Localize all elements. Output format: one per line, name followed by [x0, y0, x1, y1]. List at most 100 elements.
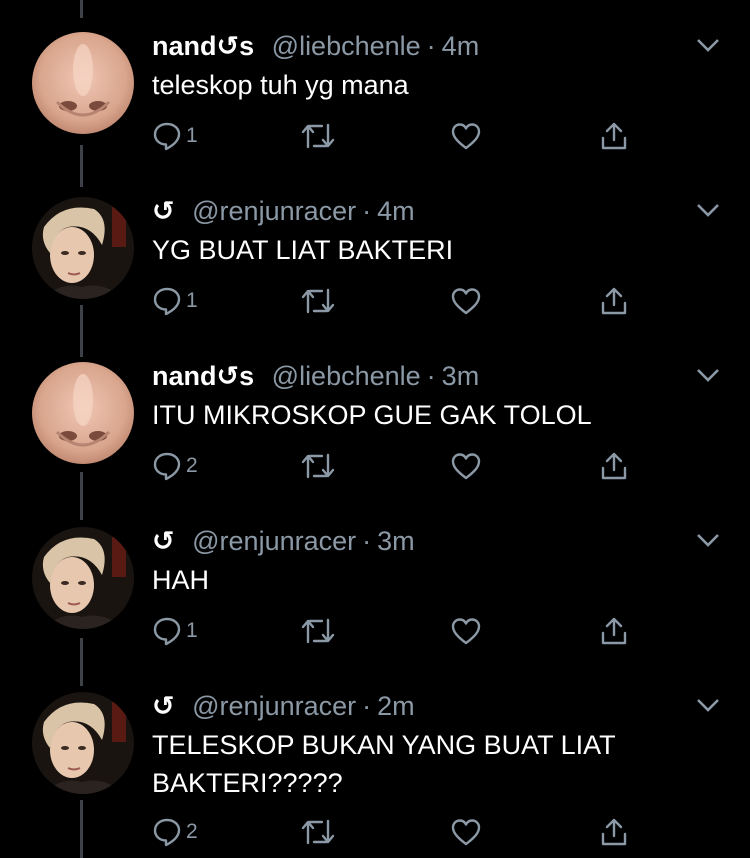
tweet-actions: 1: [152, 283, 672, 319]
retweet-button[interactable]: [300, 118, 336, 154]
reply-count: 1: [186, 289, 198, 312]
tweet-actions: 1: [152, 118, 672, 154]
tweet-text: YG BUAT LIAT BAKTERI: [152, 235, 454, 265]
tweet-actions: 2: [152, 814, 672, 850]
retweet-button[interactable]: [300, 283, 336, 319]
chevron-down-icon[interactable]: [694, 199, 722, 221]
retweet-icon: [301, 123, 335, 149]
retweet-icon: [301, 453, 335, 479]
tweet[interactable]: nand↺s @liebchenle · 4m teleskop tuh yg ma…: [0, 30, 750, 160]
tweet-header: ↺ @renjunracer · 4m: [152, 195, 415, 227]
handle[interactable]: @renjunracer: [192, 691, 356, 721]
share-icon: [601, 287, 627, 315]
reply-button[interactable]: 2: [152, 814, 198, 850]
timestamp[interactable]: 3m: [442, 361, 480, 391]
separator: ·: [426, 31, 436, 61]
retweet-button[interactable]: [300, 814, 336, 850]
reply-count: 1: [186, 619, 198, 642]
name-glyph: ↺: [152, 691, 175, 721]
handle[interactable]: @liebchenle: [272, 31, 421, 61]
avatar[interactable]: [32, 527, 134, 629]
like-button[interactable]: [450, 118, 482, 154]
like-button[interactable]: [450, 613, 482, 649]
heart-icon: [451, 453, 481, 480]
tweet-text: HAH: [152, 565, 210, 595]
retweet-button[interactable]: [300, 613, 336, 649]
avatar-person-image: [32, 197, 134, 299]
share-icon: [601, 452, 627, 480]
tweet-header: nand↺s @liebchenle · 3m: [152, 360, 479, 392]
tweet[interactable]: ↺ @renjunracer · 3m HAH 1: [0, 525, 750, 655]
share-icon: [601, 617, 627, 645]
chevron-down-icon[interactable]: [694, 694, 722, 716]
tweet-text: ITU MIKROSKOP GUE GAK TOLOL: [152, 400, 592, 430]
reply-icon: [153, 122, 181, 151]
reply-button[interactable]: 1: [152, 118, 198, 154]
avatar[interactable]: [32, 32, 134, 134]
name-glyph: ↺: [152, 526, 175, 556]
timestamp[interactable]: 4m: [377, 196, 415, 226]
reply-icon: [153, 617, 181, 646]
share-button[interactable]: [598, 118, 630, 154]
avatar-person-image: [32, 527, 134, 629]
reply-button[interactable]: 1: [152, 613, 198, 649]
thread-line-top: [80, 0, 83, 18]
timestamp[interactable]: 3m: [377, 526, 415, 556]
separator: ·: [362, 691, 372, 721]
like-button[interactable]: [450, 448, 482, 484]
tweet-header: nand↺s @liebchenle · 4m: [152, 30, 479, 62]
like-button[interactable]: [450, 814, 482, 850]
timestamp[interactable]: 2m: [377, 691, 415, 721]
separator: ·: [362, 526, 372, 556]
share-icon: [601, 122, 627, 150]
chevron-down-icon[interactable]: [694, 529, 722, 551]
heart-icon: [451, 819, 481, 846]
retweet-icon: [301, 288, 335, 314]
chevron-down-icon[interactable]: [694, 364, 722, 386]
reply-count: 1: [186, 124, 198, 147]
tweet-actions: 1: [152, 613, 672, 649]
heart-icon: [451, 123, 481, 150]
name-glyph: ↺s: [216, 31, 255, 61]
handle[interactable]: @renjunracer: [192, 526, 356, 556]
avatar-nose-image: [32, 32, 134, 134]
tweet-text: TELESKOP BUKAN YANG BUAT LIAT BAKTERI???…: [152, 730, 616, 798]
tweet-header: ↺ @renjunracer · 2m: [152, 690, 415, 722]
reply-count: 2: [186, 820, 198, 843]
share-button[interactable]: [598, 814, 630, 850]
handle[interactable]: @renjunracer: [192, 196, 356, 226]
reply-icon: [153, 287, 181, 316]
share-button[interactable]: [598, 283, 630, 319]
reply-icon: [153, 818, 181, 847]
retweet-button[interactable]: [300, 448, 336, 484]
heart-icon: [451, 618, 481, 645]
separator: ·: [362, 196, 372, 226]
display-name[interactable]: nand: [152, 361, 217, 391]
share-icon: [601, 818, 627, 846]
like-button[interactable]: [450, 283, 482, 319]
reply-icon: [153, 452, 181, 481]
avatar[interactable]: [32, 692, 134, 794]
share-button[interactable]: [598, 613, 630, 649]
handle[interactable]: @liebchenle: [272, 361, 421, 391]
reply-button[interactable]: 1: [152, 283, 198, 319]
tweet-text: teleskop tuh yg mana: [152, 70, 409, 100]
chevron-down-icon[interactable]: [694, 34, 722, 56]
share-button[interactable]: [598, 448, 630, 484]
tweet[interactable]: ↺ @renjunracer · 2m TELESKOP BUKAN YANG BU…: [0, 690, 750, 858]
display-name[interactable]: nand: [152, 31, 217, 61]
name-glyph: ↺s: [216, 361, 255, 391]
retweet-icon: [301, 819, 335, 845]
avatar[interactable]: [32, 362, 134, 464]
reply-button[interactable]: 2: [152, 448, 198, 484]
avatar[interactable]: [32, 197, 134, 299]
tweet-actions: 2: [152, 448, 672, 484]
tweet[interactable]: ↺ @renjunracer · 4m YG BUAT LIAT BAKTERI 1: [0, 195, 750, 325]
retweet-icon: [301, 618, 335, 644]
tweet[interactable]: nand↺s @liebchenle · 3m ITU MIKROSKOP GUE …: [0, 360, 750, 490]
name-glyph: ↺: [152, 196, 175, 226]
timestamp[interactable]: 4m: [442, 31, 480, 61]
separator: ·: [426, 361, 436, 391]
avatar-nose-image: [32, 362, 134, 464]
avatar-person-image: [32, 692, 134, 794]
